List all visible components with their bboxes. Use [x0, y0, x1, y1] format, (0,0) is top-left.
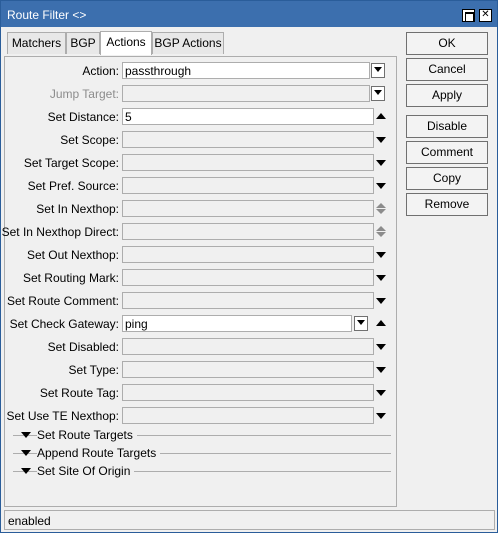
- tab-bgp-actions[interactable]: BGP Actions: [152, 32, 224, 54]
- tab-actions[interactable]: Actions: [100, 31, 152, 55]
- expand-arrow-icon[interactable]: [21, 432, 31, 438]
- set-route-comment-input[interactable]: [122, 292, 374, 309]
- maximize-icon[interactable]: [462, 9, 475, 22]
- set-in-nexthop-direct-label: Set In Nexthop Direct:: [1, 225, 119, 239]
- expand-arrow-icon[interactable]: [375, 295, 387, 307]
- expand-arrow-icon[interactable]: [375, 134, 387, 146]
- set-routing-mark-row: Set Routing Mark:: [5, 269, 398, 287]
- expand-arrow-icon[interactable]: [375, 180, 387, 192]
- set-in-nexthop-label: Set In Nexthop:: [36, 202, 119, 216]
- set-in-nexthop-input[interactable]: [122, 200, 374, 217]
- set-out-nexthop-input[interactable]: [122, 246, 374, 263]
- set-in-nexthop-direct-row: Set In Nexthop Direct:: [1, 223, 398, 241]
- action-label: Action:: [82, 64, 119, 78]
- set-scope-row: Set Scope:: [5, 131, 398, 149]
- set-type-row: Set Type:: [5, 361, 398, 379]
- jump-target-row: Jump Target:: [5, 85, 398, 103]
- set-pref-source-row: Set Pref. Source:: [5, 177, 398, 195]
- set-pref-source-input[interactable]: [122, 177, 374, 194]
- title-bar[interactable]: Route Filter <> ✕: [1, 1, 497, 27]
- expand-arrow-icon[interactable]: [375, 364, 387, 376]
- dropdown-arrow-icon[interactable]: [354, 316, 368, 331]
- set-target-scope-label: Set Target Scope:: [23, 156, 119, 170]
- expand-arrow-icon[interactable]: [375, 387, 387, 399]
- set-use-te-nexthop-input[interactable]: [122, 407, 374, 424]
- set-route-tag-row: Set Route Tag:: [5, 384, 398, 402]
- set-type-input[interactable]: [122, 361, 374, 378]
- action-select[interactable]: passthrough: [122, 62, 370, 79]
- ok-button[interactable]: OK: [406, 32, 488, 55]
- remove-button[interactable]: Remove: [406, 193, 488, 216]
- set-pref-source-label: Set Pref. Source:: [27, 179, 119, 193]
- status-bar: enabled: [4, 510, 495, 530]
- set-site-of-origin-section[interactable]: Set Site Of Origin: [13, 464, 391, 480]
- expand-arrow-icon[interactable]: [21, 450, 31, 456]
- set-disabled-input[interactable]: [122, 338, 374, 355]
- up-down-icon[interactable]: [375, 226, 387, 238]
- set-type-label: Set Type:: [68, 363, 119, 377]
- cancel-button[interactable]: Cancel: [406, 58, 488, 81]
- set-route-targets-section[interactable]: Set Route Targets: [13, 428, 391, 444]
- expand-arrow-icon[interactable]: [375, 157, 387, 169]
- dropdown-arrow-icon: [371, 86, 385, 101]
- expand-arrow-icon[interactable]: [375, 249, 387, 261]
- action-row: Action: passthrough: [5, 62, 398, 80]
- expand-arrow-icon[interactable]: [21, 468, 31, 474]
- comment-button[interactable]: Comment: [406, 141, 488, 164]
- set-in-nexthop-direct-input[interactable]: [122, 223, 374, 240]
- expand-arrow-icon[interactable]: [375, 410, 387, 422]
- jump-target-label: Jump Target:: [49, 87, 119, 101]
- set-scope-label: Set Scope:: [60, 133, 119, 147]
- actions-panel: Action: passthrough Jump Target: Set Dis…: [1, 56, 398, 507]
- set-route-tag-input[interactable]: [122, 384, 374, 401]
- set-out-nexthop-row: Set Out Nexthop:: [5, 246, 398, 264]
- set-routing-mark-input[interactable]: [122, 269, 374, 286]
- apply-button[interactable]: Apply: [406, 84, 488, 107]
- expand-arrow-icon[interactable]: [375, 272, 387, 284]
- collapse-arrow-icon[interactable]: [375, 318, 387, 330]
- set-use-te-nexthop-label: Set Use TE Nexthop:: [6, 409, 120, 423]
- set-site-of-origin-label: Set Site Of Origin: [37, 464, 135, 478]
- set-check-gateway-row: Set Check Gateway: ping: [5, 315, 398, 333]
- set-route-targets-label: Set Route Targets: [37, 428, 137, 442]
- expand-arrow-icon[interactable]: [375, 341, 387, 353]
- set-route-comment-row: Set Route Comment:: [5, 292, 398, 310]
- set-distance-label: Set Distance:: [47, 110, 119, 124]
- set-route-tag-label: Set Route Tag:: [39, 386, 119, 400]
- set-route-comment-label: Set Route Comment:: [6, 294, 119, 308]
- set-routing-mark-label: Set Routing Mark:: [22, 271, 119, 285]
- route-filter-window: Route Filter <> ✕ Matchers BGP Actions B…: [0, 0, 498, 533]
- disable-button[interactable]: Disable: [406, 115, 488, 138]
- set-target-scope-row: Set Target Scope:: [5, 154, 398, 172]
- tab-matchers[interactable]: Matchers: [7, 32, 66, 54]
- collapse-arrow-icon[interactable]: [375, 111, 387, 123]
- dropdown-arrow-icon[interactable]: [371, 63, 385, 78]
- set-out-nexthop-label: Set Out Nexthop:: [26, 248, 119, 262]
- append-route-targets-label: Append Route Targets: [37, 446, 161, 460]
- set-disabled-row: Set Disabled:: [5, 338, 398, 356]
- set-check-gateway-select[interactable]: ping: [122, 315, 352, 332]
- set-distance-input[interactable]: 5: [122, 108, 374, 125]
- copy-button[interactable]: Copy: [406, 167, 488, 190]
- set-in-nexthop-row: Set In Nexthop:: [5, 200, 398, 218]
- set-check-gateway-label: Set Check Gateway:: [9, 317, 119, 331]
- up-down-icon[interactable]: [375, 203, 387, 215]
- set-scope-input[interactable]: [122, 131, 374, 148]
- set-distance-row: Set Distance: 5: [5, 108, 398, 126]
- set-use-te-nexthop-row: Set Use TE Nexthop:: [5, 407, 398, 425]
- close-icon[interactable]: ✕: [479, 9, 492, 22]
- tab-bgp[interactable]: BGP: [66, 32, 100, 54]
- set-target-scope-input[interactable]: [122, 154, 374, 171]
- append-route-targets-section[interactable]: Append Route Targets: [13, 446, 391, 462]
- window-title: Route Filter <>: [7, 8, 87, 22]
- set-disabled-label: Set Disabled:: [47, 340, 119, 354]
- jump-target-select: [122, 85, 370, 102]
